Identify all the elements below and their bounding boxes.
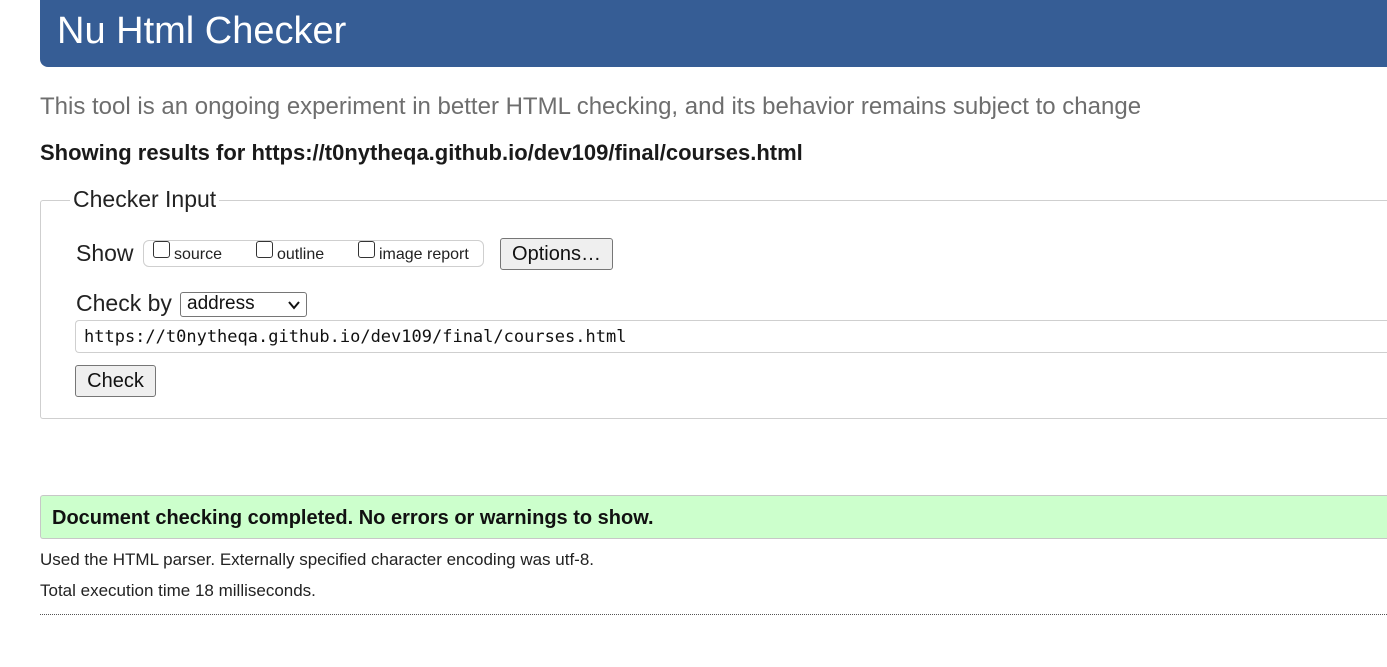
tagline: This tool is an ongoing experiment in be… bbox=[40, 93, 1142, 120]
url-input[interactable]: https://t0nytheqa.github.io/dev109/final… bbox=[75, 320, 1387, 353]
check-button[interactable]: Check bbox=[75, 365, 156, 397]
check-by-selected-value[interactable]: address bbox=[187, 293, 255, 315]
show-label: Show bbox=[76, 240, 134, 266]
check-by-select[interactable]: address bbox=[180, 292, 307, 317]
execution-time: Total execution time 18 milliseconds. bbox=[40, 581, 316, 600]
results-heading: Showing results for https://t0nytheqa.gi… bbox=[40, 140, 803, 165]
parser-info: Used the HTML parser. Externally specifi… bbox=[40, 550, 595, 569]
chevron-down-icon bbox=[288, 301, 300, 310]
check-by-label: Check by bbox=[76, 290, 172, 316]
show-source-option[interactable]: source bbox=[153, 240, 222, 264]
success-message: Document checking completed. No errors o… bbox=[52, 507, 654, 529]
show-options-group: source outline image report bbox=[143, 240, 484, 267]
show-image-report-option[interactable]: image report bbox=[358, 240, 469, 264]
image-report-checkbox-label[interactable]: image report bbox=[379, 246, 469, 264]
success-message-box: Document checking completed. No errors o… bbox=[40, 495, 1387, 539]
show-outline-option[interactable]: outline bbox=[256, 240, 324, 264]
source-checkbox-label[interactable]: source bbox=[174, 246, 222, 264]
page-title: Nu Html Checker bbox=[57, 10, 347, 52]
url-input-value[interactable]: https://t0nytheqa.github.io/dev109/final… bbox=[84, 327, 626, 347]
page-header: Nu Html Checker bbox=[40, 0, 1387, 67]
options-button[interactable]: Options… bbox=[500, 238, 613, 270]
outline-checkbox-label[interactable]: outline bbox=[277, 246, 324, 264]
divider bbox=[40, 614, 1387, 615]
image-report-checkbox[interactable] bbox=[358, 240, 375, 258]
source-checkbox[interactable] bbox=[153, 240, 170, 258]
outline-checkbox[interactable] bbox=[256, 240, 273, 258]
checker-input-legend: Checker Input bbox=[70, 186, 220, 213]
